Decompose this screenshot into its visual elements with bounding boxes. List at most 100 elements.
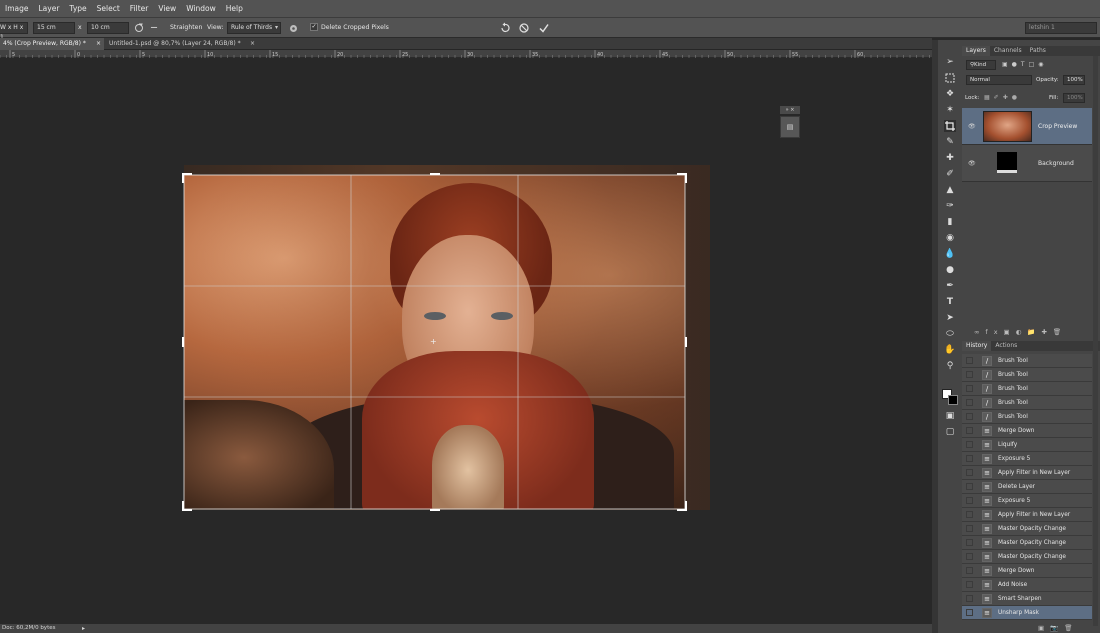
history-item[interactable]: ≡ Exposure 5 <box>962 452 1092 466</box>
layer-row-crop-preview[interactable]: 👁 Crop Preview <box>962 108 1092 145</box>
marquee-tool-icon[interactable] <box>944 72 956 84</box>
menu-type[interactable]: Type <box>64 4 91 13</box>
eraser-tool-icon[interactable]: ▮ <box>944 216 956 228</box>
tab-paths[interactable]: Paths <box>1026 46 1050 56</box>
snapshot-checkbox[interactable] <box>966 385 973 392</box>
layer-filter-icons[interactable]: ▣●T□◉ <box>1002 61 1047 68</box>
panel-scrollbar[interactable] <box>1093 56 1098 626</box>
eyedropper-tool-icon[interactable]: ✎ <box>944 136 956 148</box>
menu-select[interactable]: Select <box>92 4 125 13</box>
history-item[interactable]: ≡ Delete Layer <box>962 480 1092 494</box>
tab-untitled[interactable]: Untitled-1.psd @ 80,7% (Layer 24, RGB/8)… <box>106 38 258 50</box>
tab-channels[interactable]: Channels <box>990 46 1026 56</box>
move-tool-icon[interactable]: ➢ <box>944 56 956 68</box>
history-item[interactable]: ≡ Apply Filter in New Layer <box>962 508 1092 522</box>
lasso-tool-icon[interactable]: ❖ <box>944 88 956 100</box>
history-item[interactable]: ≡ Master Opacity Change <box>962 536 1092 550</box>
history-item[interactable]: ≡ Merge Down <box>962 424 1092 438</box>
snapshot-checkbox[interactable] <box>966 525 973 532</box>
history-item[interactable]: ≡ Smart Sharpen <box>962 592 1092 606</box>
history-item[interactable]: ≡ Master Opacity Change <box>962 522 1092 536</box>
history-item[interactable]: / Brush Tool <box>962 410 1092 424</box>
straighten-label[interactable]: Straighten <box>170 22 202 34</box>
menu-help[interactable]: Help <box>221 4 248 13</box>
snapshot-checkbox[interactable] <box>966 441 973 448</box>
screen-mode-icon[interactable]: ▢ <box>944 426 956 438</box>
layers-footer-icons[interactable]: ∞fx▣◐📁✚🗑 <box>974 328 1067 336</box>
pen-tool-icon[interactable]: ✒ <box>944 280 956 292</box>
history-item[interactable]: ≡ Apply Filter in New Layer <box>962 466 1092 480</box>
healing-brush-tool-icon[interactable]: ✚ <box>944 152 956 164</box>
blend-mode-select[interactable]: Normal <box>966 75 1032 85</box>
reset-icon[interactable] <box>499 22 511 34</box>
snapshot-checkbox[interactable] <box>966 539 973 546</box>
menu-layer[interactable]: Layer <box>34 4 65 13</box>
crop-height-field[interactable]: 10 cm <box>87 22 129 34</box>
hand-tool-icon[interactable]: ✋ <box>944 344 956 356</box>
history-item[interactable]: ≡ Merge Down <box>962 564 1092 578</box>
delete-cropped-checkbox[interactable]: ✓ <box>310 23 318 31</box>
swap-dimensions-symbol[interactable]: x <box>78 22 82 34</box>
quick-mask-icon[interactable]: ▣ <box>944 410 956 422</box>
history-item[interactable]: / Brush Tool <box>962 382 1092 396</box>
fill-field[interactable]: 100% <box>1063 93 1085 103</box>
cancel-crop-icon[interactable] <box>518 22 530 34</box>
layer-filter-kind[interactable]: ⚲Kind <box>966 60 996 70</box>
clear-icon[interactable] <box>134 23 144 33</box>
blur-tool-icon[interactable]: 💧 <box>944 248 956 260</box>
snapshot-checkbox[interactable] <box>966 413 973 420</box>
snapshot-checkbox[interactable] <box>966 553 973 560</box>
tab-crop-preview[interactable]: 4% (Crop Preview, RGB/8) * × <box>0 38 104 50</box>
snapshot-checkbox[interactable] <box>966 399 973 406</box>
snapshot-checkbox[interactable] <box>966 371 973 378</box>
history-item[interactable]: / Brush Tool <box>962 396 1092 410</box>
snapshot-checkbox[interactable] <box>966 609 973 616</box>
opacity-field[interactable]: 100% <box>1063 75 1085 85</box>
type-tool-icon[interactable]: T <box>944 296 956 308</box>
snapshot-checkbox[interactable] <box>966 581 973 588</box>
menu-window[interactable]: Window <box>181 4 221 13</box>
tab-actions[interactable]: Actions <box>991 341 1021 351</box>
history-item[interactable]: / Brush Tool <box>962 368 1092 382</box>
history-item[interactable]: ≡ Master Opacity Change <box>962 550 1092 564</box>
document-canvas[interactable]: + » × ▤ <box>0 58 932 624</box>
history-item[interactable]: / Brush Tool <box>962 354 1092 368</box>
lock-icons[interactable]: ▦✐✚● <box>984 94 1021 101</box>
crop-tool-icon[interactable] <box>944 120 956 132</box>
history-item[interactable]: ≡ Liquify <box>962 438 1092 452</box>
collapsed-panel-header[interactable]: » × <box>780 106 800 114</box>
straighten-icon[interactable]: ━━ <box>151 24 163 33</box>
close-icon[interactable]: × <box>250 38 255 50</box>
paint-bucket-tool-icon[interactable]: ◉ <box>944 232 956 244</box>
overlay-select[interactable]: Rule of Thirds <box>227 22 281 34</box>
snapshot-checkbox[interactable] <box>966 595 973 602</box>
snapshot-checkbox[interactable] <box>966 497 973 504</box>
menu-filter[interactable]: Filter <box>125 4 154 13</box>
gear-icon[interactable] <box>288 23 299 34</box>
tab-history[interactable]: History <box>962 341 992 351</box>
menu-view[interactable]: View <box>153 4 181 13</box>
snapshot-checkbox[interactable] <box>966 483 973 490</box>
workspace-select[interactable]: letshin 1 <box>1025 22 1097 34</box>
dodge-tool-icon[interactable]: ● <box>944 264 956 276</box>
snapshot-checkbox[interactable] <box>966 469 973 476</box>
close-icon[interactable]: × <box>96 38 101 50</box>
eye-icon[interactable]: 👁 <box>968 160 976 167</box>
crop-width-field[interactable]: 15 cm <box>33 22 75 34</box>
history-item[interactable]: ≡ Add Noise <box>962 578 1092 592</box>
history-item[interactable]: ≡ Exposure 5 <box>962 494 1092 508</box>
background-color-swatch[interactable] <box>948 395 958 405</box>
zoom-tool-icon[interactable]: ⚲ <box>944 360 956 372</box>
clone-stamp-tool-icon[interactable]: ▲ <box>944 184 956 196</box>
menu-image[interactable]: Image <box>0 4 34 13</box>
brush-tool-icon[interactable]: ✐ <box>944 168 956 180</box>
quick-select-tool-icon[interactable]: ✶ <box>944 104 956 116</box>
snapshot-checkbox[interactable] <box>966 511 973 518</box>
snapshot-checkbox[interactable] <box>966 357 973 364</box>
properties-panel-icon[interactable]: ▤ <box>780 116 800 138</box>
layer-row-background[interactable]: 👁 Background <box>962 145 1092 182</box>
ratio-preset-select[interactable]: W x H x 1... <box>0 22 28 41</box>
status-menu-arrow-icon[interactable]: ▸ <box>82 624 85 633</box>
ellipse-tool-icon[interactable]: ⬭ <box>944 328 956 340</box>
history-item-selected[interactable]: ≡ Unsharp Mask <box>962 606 1092 620</box>
